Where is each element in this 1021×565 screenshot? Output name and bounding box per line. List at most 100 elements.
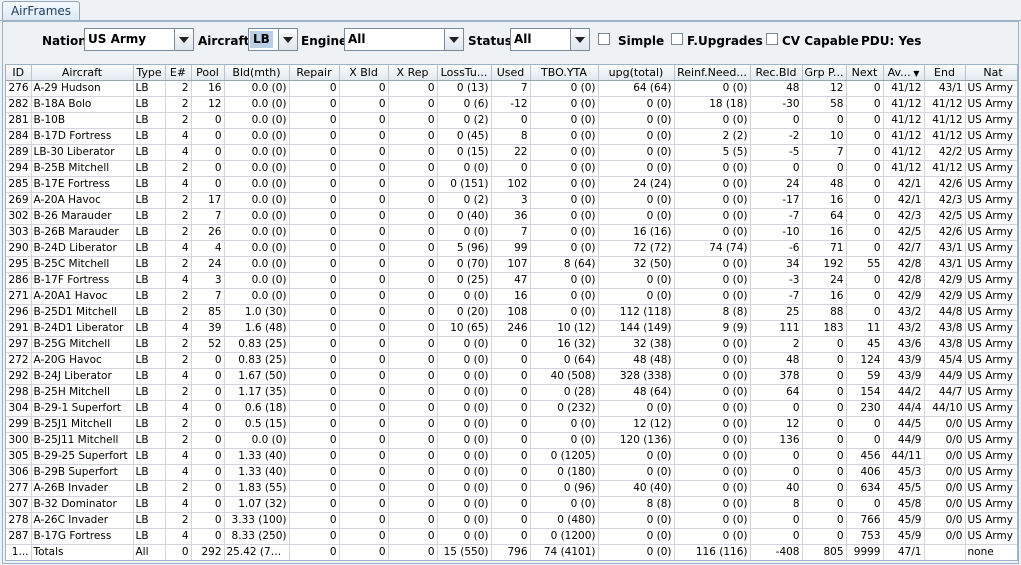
table-row[interactable]: 282 B-18A Bolo LB 2 12 0.0 (0) 0 0 0 0 (6) -12 0 (0… — [6, 96, 1017, 113]
column-header[interactable]: E# — [165, 65, 192, 81]
table-cell: 36 — [491, 208, 531, 225]
column-header[interactable]: Bld(mth) — [224, 65, 290, 81]
table-row[interactable]: 291 B-24D1 Liberator LB 4 39 1.6 (48) 0 0 0 10 (6… — [6, 320, 1017, 337]
table-row[interactable]: 286 B-17F Fortress LB 4 3 0.0 (0) 0 0 0 0 (25) 47 0… — [6, 272, 1017, 289]
column-header[interactable]: Rec.Bld — [750, 65, 803, 81]
column-header[interactable]: Grp P... — [802, 65, 847, 81]
nation-select[interactable]: US Army — [84, 28, 194, 51]
table-row[interactable]: 307 B-32 Dominator LB 4 0 1.07 (32) 0 0 0 0 (0) 0 0… — [6, 496, 1017, 513]
table-cell: 44/8 — [924, 304, 966, 321]
simple-checkbox[interactable] — [598, 33, 610, 45]
column-header[interactable]: Used — [491, 65, 531, 81]
table-cell: 0.0 (0) — [224, 288, 290, 305]
table-cell: 41/12 — [883, 80, 925, 97]
table-row[interactable]: 302 B-26 Marauder LB 2 7 0.0 (0) 0 0 0 0 (40) 36 0 … — [6, 208, 1017, 225]
table-row[interactable]: 272 A-20G Havoc LB 2 0 0.83 (25) 0 0 0 0 (0) 0 0 (6… — [6, 352, 1017, 369]
table-cell: B-29-25 Superfort — [31, 448, 134, 465]
aircraft-select[interactable]: LB — [248, 28, 298, 51]
table-row[interactable]: 269 A-20A Havoc LB 2 17 0.0 (0) 0 0 0 0 (2) 3 0 (0)… — [6, 192, 1017, 209]
table-cell: 0/0 — [924, 512, 966, 529]
table-cell: 0 (0) — [530, 416, 599, 433]
column-header[interactable]: X Rep — [388, 65, 438, 81]
table-cell: 64 (64) — [598, 80, 675, 97]
column-header[interactable]: Reinf.Need... — [674, 65, 751, 81]
table-cell: 59 — [846, 368, 884, 385]
cv-capable-checkbox[interactable] — [766, 33, 778, 45]
chevron-down-icon[interactable] — [444, 29, 463, 50]
table-cell: 289 — [6, 144, 32, 161]
table-row[interactable]: 300 B-25J11 Mitchell LB 2 0 0.0 (0) 0 0 0 0 (0) 0 0… — [6, 432, 1017, 449]
table-cell: 44/4 — [883, 400, 925, 417]
table-cell: 296 — [6, 304, 32, 321]
table-cell: 0 — [339, 304, 389, 321]
status-select[interactable]: All — [510, 28, 590, 51]
table-cell: 291 — [6, 320, 32, 337]
table-cell: 64 — [802, 208, 847, 225]
chevron-down-icon[interactable] — [174, 29, 193, 50]
table-cell: 0 — [339, 384, 389, 401]
column-header[interactable]: Av... ▼ — [883, 65, 925, 81]
column-header[interactable]: Repair — [289, 65, 340, 81]
table-row[interactable]: 281 B-10B LB 2 0 0.0 (0) 0 0 0 0 (2) 0 0 (0) 0 (0) 0 … — [6, 112, 1017, 129]
fupgrades-checkbox[interactable] — [671, 33, 683, 45]
engine-select[interactable]: All — [344, 28, 464, 51]
table-row[interactable]: 285 B-17E Fortress LB 4 0 0.0 (0) 0 0 0 0 (151) 10… — [6, 176, 1017, 193]
table-row[interactable]: 297 B-25G Mitchell LB 2 52 0.83 (25) 0 0 0 0 (0) 0… — [6, 336, 1017, 353]
column-header[interactable]: Pool — [191, 65, 225, 81]
table-row[interactable]: 284 B-17D Fortress LB 4 0 0.0 (0) 0 0 0 0 (45) 8 0 … — [6, 128, 1017, 145]
column-header[interactable]: Type — [133, 65, 166, 81]
table-cell: 0 — [388, 288, 438, 305]
table-cell: 0 — [339, 224, 389, 241]
table-cell: 0 — [491, 400, 531, 417]
table-row[interactable]: 294 B-25B Mitchell LB 2 0 0.0 (0) 0 0 0 0 (0) 0 0 (… — [6, 160, 1017, 177]
table-row[interactable]: 299 B-25J1 Mitchell LB 2 0 0.5 (15) 0 0 0 0 (0) 0 0… — [6, 416, 1017, 433]
table-cell: 0 — [491, 416, 531, 433]
column-header[interactable]: End — [924, 65, 966, 81]
table-cell: 116 (116) — [674, 544, 751, 560]
table-cell: B-17G Fortress — [31, 528, 134, 545]
table-cell: 0 (6) — [437, 96, 492, 113]
chevron-down-icon[interactable] — [570, 29, 589, 50]
table-cell: LB — [133, 480, 166, 497]
totals-row[interactable]: 1... Totals All 0 292 25.42 (763) 0 0 0 15 (550) 7… — [6, 544, 1017, 560]
chevron-down-icon[interactable] — [278, 29, 297, 50]
column-header[interactable]: upg(total) — [598, 65, 675, 81]
table-row[interactable]: 303 B-26B Marauder LB 2 26 0.0 (0) 0 0 0 0 (0) 7 0 … — [6, 224, 1017, 241]
table-row[interactable]: 304 B-29-1 Superfort LB 4 0 0.6 (18) 0 0 0 0 (0) 0… — [6, 400, 1017, 417]
table-row[interactable]: 292 B-24J Liberator LB 4 0 1.67 (50) 0 0 0 0 (0) 0… — [6, 368, 1017, 385]
table-cell: 0 — [750, 160, 803, 177]
table-row[interactable]: 296 B-25D1 Mitchell LB 2 85 1.0 (30) 0 0 0 0 (20)… — [6, 304, 1017, 321]
column-header[interactable]: Aircraft — [31, 65, 134, 81]
table-cell: 22 — [491, 144, 531, 161]
table-row[interactable]: 278 A-26C Invader LB 2 0 3.33 (100) 0 0 0 0 (0) 0 0… — [6, 512, 1017, 529]
table-row[interactable]: 289 LB-30 Liberator LB 4 0 0.0 (0) 0 0 0 0 (15) 22… — [6, 144, 1017, 161]
table-row[interactable]: 276 A-29 Hudson LB 2 16 0.0 (0) 0 0 0 0 (13) 7 0 (0… — [6, 80, 1017, 97]
table-cell: 0 (0) — [674, 288, 751, 305]
column-header[interactable]: LossTu... — [437, 65, 492, 81]
table-cell: 42/3 — [924, 192, 966, 209]
column-header[interactable]: Nat — [965, 65, 1017, 81]
airframes-table[interactable]: ID Aircraft Type E# Pool Bld(mth) Repair X Bld X… — [5, 64, 1018, 561]
column-header[interactable]: ID — [6, 65, 32, 81]
table-cell: 0 — [846, 304, 884, 321]
column-header[interactable]: Next — [846, 65, 884, 81]
table-cell: US Army — [965, 528, 1017, 545]
table-cell: LB — [133, 144, 166, 161]
table-row[interactable]: 298 B-25H Mitchell LB 2 0 1.17 (35) 0 0 0 0 (0) 0 0… — [6, 384, 1017, 401]
table-cell: 111 — [750, 320, 803, 337]
table-cell: 10 — [802, 128, 847, 145]
table-cell: 1.83 (55) — [224, 480, 290, 497]
table-row[interactable]: 271 A-20A1 Havoc LB 2 7 0.0 (0) 0 0 0 0 (0) 16 0 (0… — [6, 288, 1017, 305]
table-row[interactable]: 287 B-17G Fortress LB 4 0 8.33 (250) 0 0 0 0 (0) 0… — [6, 528, 1017, 545]
table-cell: -7 — [750, 208, 803, 225]
table-row[interactable]: 277 A-26B Invader LB 2 0 1.83 (55) 0 0 0 0 (0) 0 0 … — [6, 480, 1017, 497]
table-cell: 766 — [846, 512, 884, 529]
table-row[interactable]: 290 B-24D Liberator LB 4 4 0.0 (0) 0 0 0 5 (96) 99… — [6, 240, 1017, 257]
column-header[interactable]: X Bld — [339, 65, 389, 81]
column-header[interactable]: TBO.YTA — [530, 65, 599, 81]
tab-airframes[interactable]: AirFrames — [2, 1, 80, 20]
table-row[interactable]: 306 B-29B Superfort LB 4 0 1.33 (40) 0 0 0 0 (0) 0… — [6, 464, 1017, 481]
table-row[interactable]: 295 B-25C Mitchell LB 2 24 0.0 (0) 0 0 0 0 (70) 10… — [6, 256, 1017, 273]
table-cell: 44/9 — [883, 432, 925, 449]
table-row[interactable]: 305 B-29-25 Superfort LB 4 0 1.33 (40) 0 0 0 0 (0… — [6, 448, 1017, 465]
